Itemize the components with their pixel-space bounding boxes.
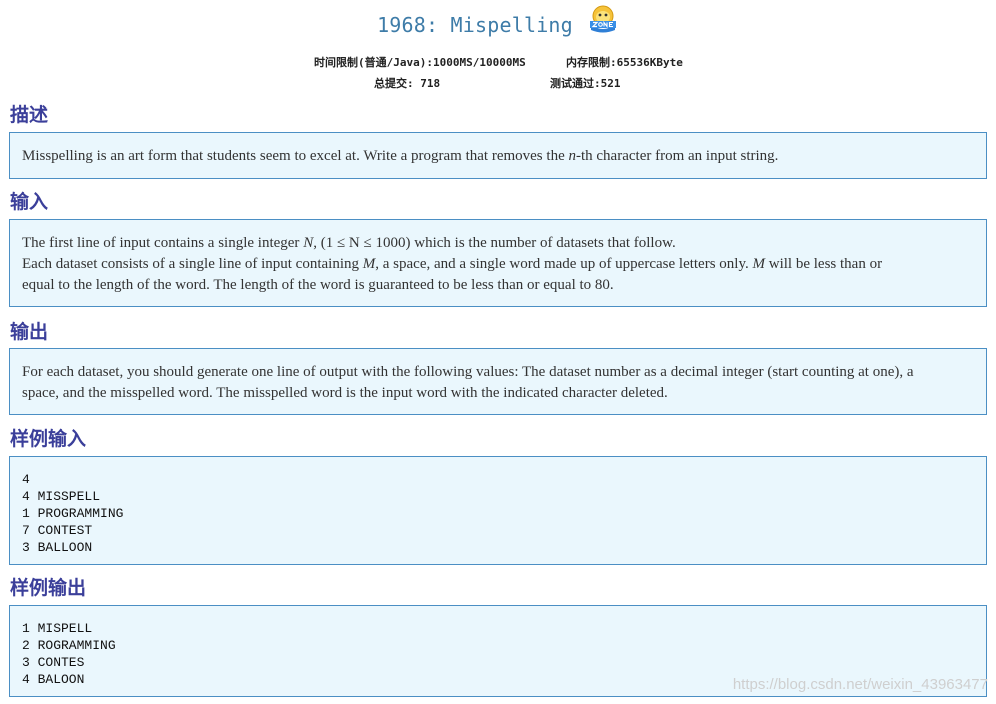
memory-limit: 内存限制:65536KByte xyxy=(566,56,683,69)
sample-input-box: 4 4 MISSPELL 1 PROGRAMMING 7 CONTEST 3 B… xyxy=(9,456,987,565)
page-title: 1968: Mispelling xyxy=(377,13,573,37)
watermark: https://blog.csdn.net/weixin_43963477 xyxy=(732,676,988,693)
output-line-2: space, and the misspelled word. The miss… xyxy=(22,385,668,401)
total-submissions: 总提交: 718 xyxy=(374,77,441,90)
sample-input-line: 4 xyxy=(22,472,30,487)
title-bar: 1968: Mispelling xyxy=(0,5,996,40)
output-box: For each dataset, you should generate on… xyxy=(9,348,987,415)
sample-input-line: 4 MISSPELL xyxy=(22,489,101,504)
sample-input-heading: 样例输入 xyxy=(10,428,87,450)
output-line-1: For each dataset, you should generate on… xyxy=(22,364,914,380)
time-limit: 时间限制(普通/Java):1000MS/10000MS xyxy=(314,56,526,69)
output-heading: 输出 xyxy=(10,321,49,343)
sample-output-line: 1 MISPELL xyxy=(22,621,93,636)
accepted-count: 测试通过:521 xyxy=(550,77,621,90)
description-box: Misspelling is an art form that students… xyxy=(9,132,987,179)
qzone-icon[interactable] xyxy=(587,4,619,34)
input-heading: 输入 xyxy=(10,191,49,213)
sample-input-line: 3 BALLOON xyxy=(22,540,93,555)
input-line-1: The first line of input contains a singl… xyxy=(22,235,676,251)
sample-input-line: 7 CONTEST xyxy=(22,523,93,538)
description-text: Misspelling is an art form that students… xyxy=(22,148,779,164)
input-line-3: equal to the length of the word. The len… xyxy=(22,277,614,293)
input-box: The first line of input contains a singl… xyxy=(9,219,987,307)
input-line-2: Each dataset consists of a single line o… xyxy=(22,256,883,272)
sample-input-line: 1 PROGRAMMING xyxy=(22,506,124,521)
sample-output-line: 2 ROGRAMMING xyxy=(22,638,116,653)
description-heading: 描述 xyxy=(10,104,49,126)
sample-output-heading: 样例输出 xyxy=(10,577,87,599)
sample-output-line: 3 CONTES xyxy=(22,655,85,670)
